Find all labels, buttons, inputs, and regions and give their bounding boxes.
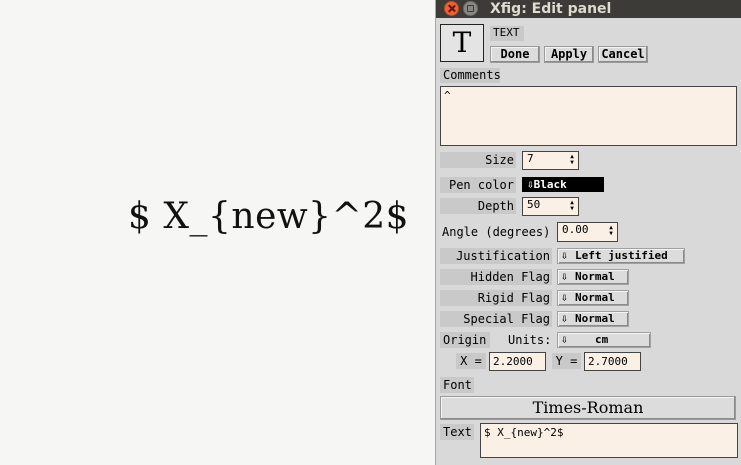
menu-arrow-icon: ⇩ xyxy=(561,333,568,346)
spinner-arrows-icon[interactable]: ▲ ▼ xyxy=(607,225,615,237)
menu-arrow-icon: ⇩ xyxy=(527,178,534,191)
cancel-button[interactable]: Cancel xyxy=(598,46,648,63)
done-button[interactable]: Done xyxy=(490,46,540,63)
pen-color-value: Black xyxy=(533,178,567,191)
special-flag-value: Normal xyxy=(575,312,615,325)
apply-button[interactable]: Apply xyxy=(544,46,594,63)
y-field[interactable]: 2.7000 xyxy=(584,352,641,371)
justification-value: Left justified xyxy=(575,249,668,262)
units-menu[interactable]: ⇩ cm xyxy=(557,332,651,348)
pen-color-label: Pen color xyxy=(440,177,516,193)
x-field[interactable]: 2.2000 xyxy=(489,352,546,371)
text-label: Text xyxy=(440,424,474,440)
angle-label: Angle (degrees) xyxy=(442,225,551,239)
close-icon[interactable] xyxy=(444,1,459,16)
angle-spinner[interactable]: 0.00 ▲ ▼ xyxy=(557,222,618,242)
special-flag-menu[interactable]: ⇩ Normal xyxy=(557,311,629,327)
comments-textarea[interactable]: ^ xyxy=(440,86,737,146)
rigid-flag-label: Rigid Flag xyxy=(440,290,552,306)
size-label: Size xyxy=(440,152,516,168)
menu-arrow-icon: ⇩ xyxy=(561,312,568,325)
spinner-arrows-icon[interactable]: ▲ ▼ xyxy=(568,200,576,212)
spinner-arrows-icon[interactable]: ▲ ▼ xyxy=(568,154,576,166)
menu-arrow-icon: ⇩ xyxy=(561,291,568,304)
restore-icon[interactable] xyxy=(463,1,478,16)
depth-spinner[interactable]: 50 ▲ ▼ xyxy=(522,197,579,216)
x-label: X = xyxy=(456,353,486,369)
menu-arrow-icon: ⇩ xyxy=(561,249,568,262)
depth-label: Depth xyxy=(440,198,516,214)
justification-label: Justification xyxy=(440,248,552,264)
hidden-flag-value: Normal xyxy=(575,270,615,283)
size-value: 7 xyxy=(527,152,534,165)
pen-color-menu[interactable]: ⇩Black xyxy=(522,177,604,192)
window-title: Xfig: Edit panel xyxy=(490,1,612,17)
size-spinner[interactable]: 7 ▲ ▼ xyxy=(522,151,579,170)
hidden-flag-label: Hidden Flag xyxy=(440,269,552,285)
rigid-flag-menu[interactable]: ⇩ Normal xyxy=(557,290,629,306)
font-label: Font xyxy=(440,377,474,393)
y-label: Y = xyxy=(552,353,581,369)
origin-label: Origin xyxy=(440,332,490,348)
title-bar: Xfig: Edit panel xyxy=(436,0,741,18)
text-object-icon: T xyxy=(440,24,484,62)
angle-value: 0.00 xyxy=(562,223,589,236)
comments-label: Comments xyxy=(440,68,501,83)
text-field[interactable]: $ X_{new}^2$ xyxy=(480,423,738,458)
units-label: Units: xyxy=(508,333,552,347)
edit-panel-dialog: Xfig: Edit panel T TEXT Done Apply Cance… xyxy=(435,0,741,465)
justification-menu[interactable]: ⇩ Left justified xyxy=(557,248,685,264)
canvas-text-object[interactable]: $ X_{new}^2$ xyxy=(128,196,409,237)
units-value: cm xyxy=(595,333,609,346)
depth-value: 50 xyxy=(527,198,541,211)
font-button[interactable]: Times-Roman xyxy=(440,396,736,420)
hidden-flag-menu[interactable]: ⇩ Normal xyxy=(557,269,629,285)
special-flag-label: Special Flag xyxy=(440,311,552,327)
menu-arrow-icon: ⇩ xyxy=(561,270,568,283)
object-type-label: TEXT xyxy=(490,26,524,41)
rigid-flag-value: Normal xyxy=(575,291,615,304)
